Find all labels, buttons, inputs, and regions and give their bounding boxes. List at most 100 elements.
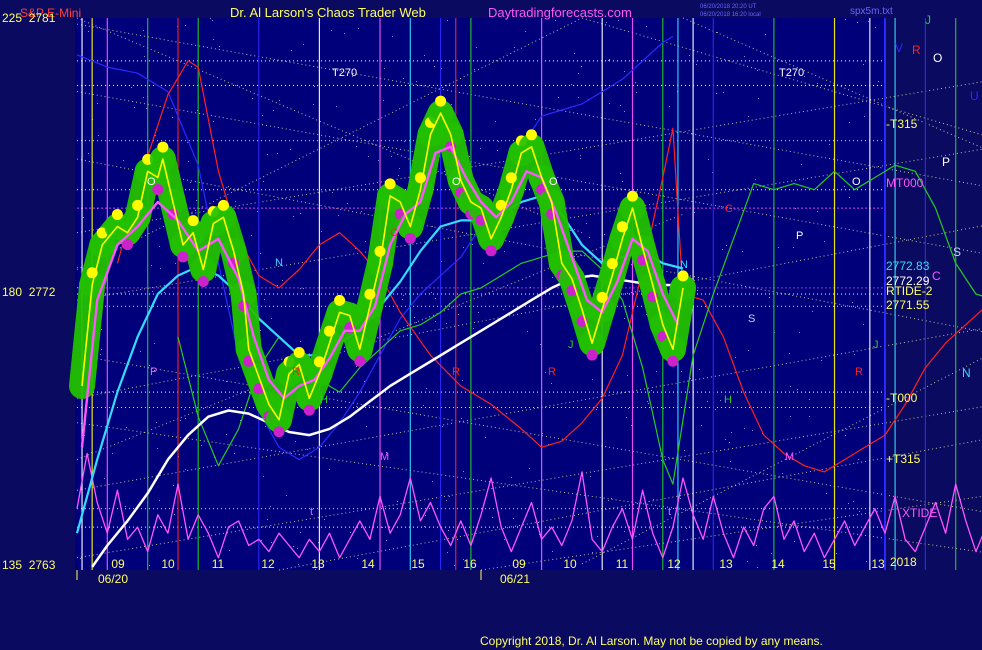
star-dot	[647, 401, 648, 402]
hour-label: 09	[512, 557, 526, 571]
star-dot	[858, 459, 859, 460]
star-dot	[635, 82, 636, 83]
star-dot	[701, 425, 702, 426]
star-dot	[263, 181, 264, 182]
star-dot	[854, 354, 855, 355]
star-dot	[187, 142, 188, 143]
star-dot	[185, 418, 186, 419]
star-dot	[525, 31, 526, 32]
star-dot	[752, 430, 753, 431]
star-dot	[574, 256, 575, 257]
chart-annotation: T270	[332, 67, 357, 79]
star-dot	[592, 552, 593, 553]
star-dot	[101, 329, 102, 330]
star-dot	[152, 291, 153, 292]
right-panel-letter: C	[932, 269, 941, 283]
star-dot	[463, 247, 464, 248]
star-dot	[160, 268, 161, 269]
chart-annotation: J	[568, 339, 574, 351]
hour-label: 11	[212, 557, 225, 571]
star-dot	[300, 532, 301, 533]
star-dot	[435, 321, 436, 322]
star-dot	[101, 349, 102, 350]
star-dot	[303, 288, 304, 289]
star-dot	[77, 267, 78, 268]
right-grid-label: 2771.55	[886, 298, 930, 312]
star-dot	[782, 473, 783, 474]
star-dot	[580, 155, 581, 156]
star-dot	[338, 215, 339, 216]
star-dot	[744, 56, 745, 57]
star-dot	[273, 110, 274, 111]
author-title: Dr. Al Larson's Chaos Trader Web	[230, 5, 426, 20]
hour-label: 14	[771, 557, 785, 571]
star-dot	[771, 553, 772, 554]
star-dot	[264, 299, 265, 300]
star-dot	[836, 553, 837, 554]
star-dot	[159, 246, 160, 247]
star-dot	[446, 323, 447, 324]
star-dot	[863, 64, 864, 65]
right-panel-letter: N	[962, 366, 971, 380]
star-dot	[620, 105, 621, 106]
star-dot	[716, 93, 717, 94]
price-bubble-down	[354, 355, 366, 367]
star-dot	[378, 160, 379, 161]
star-dot	[581, 66, 582, 67]
star-dot	[731, 432, 732, 433]
chart-annotation: O	[147, 176, 156, 188]
star-dot	[329, 469, 330, 470]
star-dot	[365, 241, 366, 242]
star-dot	[88, 153, 89, 154]
star-dot	[271, 542, 272, 543]
star-dot	[80, 558, 81, 559]
chart-annotation: M	[785, 451, 794, 463]
star-dot	[146, 108, 147, 109]
chart-annotation: H	[724, 394, 732, 406]
star-dot	[267, 519, 268, 520]
website-link[interactable]: Daytradingforecasts.com	[488, 5, 632, 20]
star-dot	[414, 317, 415, 318]
hour-label: 09	[111, 557, 125, 571]
star-dot	[300, 341, 301, 342]
star-dot	[696, 64, 697, 65]
star-dot	[321, 231, 322, 232]
star-dot	[545, 372, 546, 373]
star-dot	[286, 495, 287, 496]
hour-label: 15	[411, 557, 425, 571]
star-dot	[590, 476, 591, 477]
star-dot	[627, 375, 628, 376]
right-grid-label: RTIDE-2	[886, 284, 933, 298]
star-dot	[618, 20, 619, 21]
star-dot	[717, 32, 718, 33]
star-dot	[324, 519, 325, 520]
star-dot	[293, 546, 294, 547]
star-dot	[799, 332, 800, 333]
star-dot	[403, 295, 404, 296]
star-dot	[458, 314, 459, 315]
star-dot	[513, 518, 514, 519]
star-dot	[472, 244, 473, 245]
star-dot	[826, 493, 827, 494]
star-dot	[485, 437, 486, 438]
star-dot	[571, 84, 572, 85]
star-dot	[88, 31, 89, 32]
copyright-notice: Copyright 2018, Dr. Al Larson. May not b…	[480, 634, 823, 648]
right-grid-label: MT000	[886, 176, 924, 190]
star-dot	[552, 277, 553, 278]
star-dot	[448, 530, 449, 531]
star-dot	[473, 328, 474, 329]
star-dot	[212, 20, 213, 21]
star-dot	[172, 117, 173, 118]
star-dot	[260, 330, 261, 331]
hour-label: 15	[822, 557, 836, 571]
star-dot	[356, 406, 357, 407]
star-dot	[578, 73, 579, 74]
star-dot	[859, 511, 860, 512]
star-dot	[756, 545, 757, 546]
date-label-2: 06/21	[500, 572, 530, 586]
star-dot	[699, 369, 700, 370]
star-dot	[720, 400, 721, 401]
star-dot	[290, 149, 291, 150]
star-dot	[350, 532, 351, 533]
